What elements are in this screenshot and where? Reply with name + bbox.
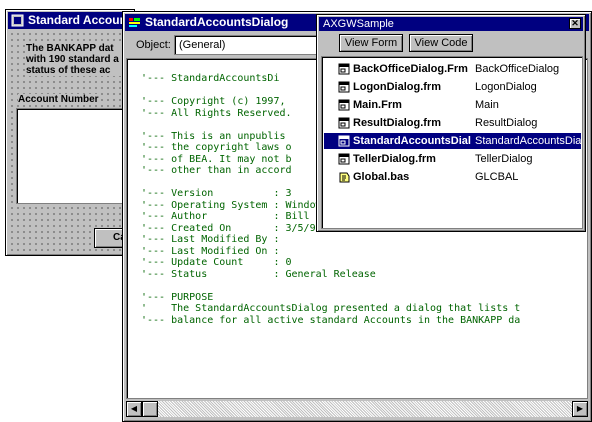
close-icon[interactable]: ✕ [569, 18, 581, 29]
form-window-title: Standard Accounts [28, 13, 132, 27]
project-item-file: TellerDialog.frm [353, 153, 436, 165]
code-line: '--- Last Modified By : [141, 234, 280, 245]
code-window-icon [129, 18, 140, 27]
project-item[interactable]: BackOfficeDialog.Frm BackOfficeDialog [324, 61, 581, 77]
project-item-file: Main.Frm [353, 99, 402, 111]
project-item-name: GLCBAL [475, 171, 519, 183]
project-item-file: ResultDialog.frm [353, 117, 442, 129]
scroll-track[interactable] [142, 401, 572, 417]
project-item-file: LogonDialog.frm [353, 81, 441, 93]
scroll-left-icon[interactable]: ◀ [126, 401, 142, 417]
form-icon [338, 99, 350, 111]
horizontal-scrollbar[interactable]: ◀ ▶ [126, 401, 588, 417]
code-line: '--- balance for all active standard Acc… [141, 314, 521, 326]
view-code-button[interactable]: View Code [409, 34, 473, 52]
project-item-file: StandardAccountsDial [353, 135, 471, 147]
project-item[interactable]: StandardAccountsDial StandardAccountsDial… [324, 133, 581, 149]
object-label: Object: [136, 39, 171, 51]
project-file-list[interactable]: BackOfficeDialog.Frm BackOfficeDialog Logo… [321, 56, 583, 229]
form-icon [338, 135, 350, 147]
standard-accounts-form-window[interactable]: Standard Accounts The BANKAPP dat with 1… [5, 9, 144, 256]
code-line: ' The StandardAccountsDialog presented a… [141, 303, 521, 314]
scroll-right-icon[interactable]: ▶ [572, 401, 588, 417]
project-item[interactable]: ResultDialog.frm ResultDialog [324, 115, 581, 131]
project-window-titlebar[interactable]: AXGWSample ✕ [319, 17, 583, 31]
project-item-name: ResultDialog [475, 117, 538, 129]
form-icon [338, 117, 350, 129]
project-item[interactable]: Global.bas GLCBAL [324, 169, 581, 185]
form-window-icon [11, 14, 24, 27]
code-window-title: StandardAccountsDialog [145, 15, 289, 29]
form-window-titlebar[interactable]: Standard Accounts [8, 12, 132, 29]
project-item[interactable]: LogonDialog.frm LogonDialog [324, 79, 581, 95]
project-item-name: BackOfficeDialog [475, 63, 560, 75]
view-form-button[interactable]: View Form [339, 34, 403, 52]
project-item[interactable]: TellerDialog.frm TellerDialog [324, 151, 581, 167]
account-number-list[interactable] [16, 108, 136, 204]
project-item-file: BackOfficeDialog.Frm [353, 63, 468, 75]
code-line: '--- Update Count : 0 [141, 257, 292, 268]
code-line: '--- Last Modified On : [141, 245, 280, 257]
project-item-name: Main [475, 99, 499, 111]
project-item[interactable]: Main.Frm Main [324, 97, 581, 113]
project-item-name: LogonDialog [475, 81, 537, 93]
project-window[interactable]: AXGWSample ✕ View Form View Code BackOff… [316, 14, 586, 232]
project-item-name: StandardAccountsDialog [475, 135, 581, 147]
form-icon [338, 81, 350, 93]
code-line: '--- PURPOSE [141, 291, 214, 303]
project-window-title: AXGWSample [323, 18, 394, 30]
scroll-thumb[interactable] [142, 401, 158, 417]
project-item-file: Global.bas [353, 171, 410, 183]
module-icon [339, 172, 350, 183]
form-icon [338, 153, 350, 165]
account-number-label: Account Number [18, 94, 99, 105]
code-line: '--- Status : General Release [141, 268, 376, 280]
form-description: The BANKAPP dat with 190 standard a stat… [26, 43, 136, 76]
project-item-name: TellerDialog [475, 153, 533, 165]
form-icon [338, 63, 350, 75]
